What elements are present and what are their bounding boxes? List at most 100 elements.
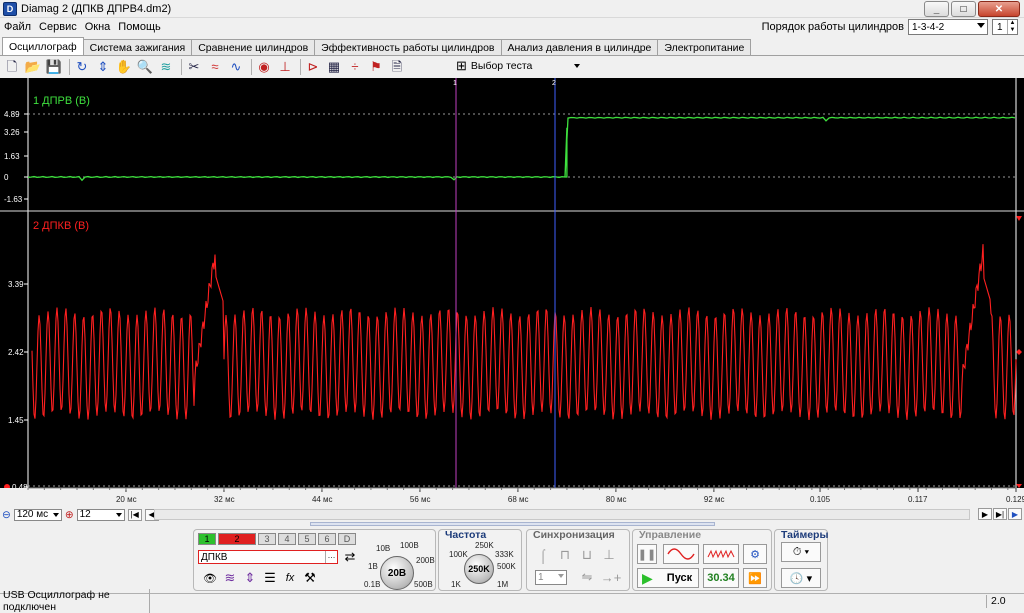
tab-oscilloscope[interactable]: Осциллограф [2, 37, 84, 55]
timer-2-button[interactable]: 🕓 ▾ [781, 568, 821, 588]
waveform-icon[interactable]: ≋ [220, 569, 240, 587]
x-tick-label: 44 мс [312, 495, 333, 504]
function-icon[interactable]: fx [280, 569, 300, 587]
marker-icon[interactable]: ⚑ [367, 58, 385, 76]
channel-6-button[interactable]: 6 [318, 533, 336, 545]
more-button[interactable]: … [325, 551, 337, 563]
test-select[interactable]: ⊞ Выбор теста [456, 57, 586, 75]
ch2-label: 2 ДПКВ (В) [33, 220, 89, 232]
channel-2-button[interactable]: 2 [218, 533, 256, 545]
channel-3-button[interactable]: 3 [258, 533, 276, 545]
time-nav-bar: ⊖ 120 мс ⊕ 12 |◀ ◀ ▶ ▶| ▶ [0, 508, 1024, 521]
channel-5-button[interactable]: 5 [298, 533, 316, 545]
wave-compare-icon[interactable]: ≈ [206, 58, 224, 76]
ch1-tick-label: 1.63 [4, 152, 20, 161]
step-forward-button[interactable]: ▶ [978, 508, 992, 520]
auto-icon[interactable]: ◉ [255, 58, 273, 76]
filter-icon[interactable]: ≋ [157, 58, 175, 76]
version-text: 2.0 [986, 595, 1024, 608]
x-tick-label: 92 мс [704, 495, 725, 504]
go-start-button[interactable]: |◀ [127, 508, 142, 521]
channel-4-button[interactable]: 4 [278, 533, 296, 545]
menu-service[interactable]: Сервис [35, 21, 81, 33]
tools-icon[interactable]: ⚒ [300, 569, 320, 587]
rising-edge-icon[interactable]: ⌠ [533, 546, 553, 564]
oscillograph-canvas[interactable]: 4.893.261.630-1.633.392.421.450.48 1 2 1… [0, 78, 1024, 508]
cursor-2-label: 2 [552, 80, 556, 87]
scissors-icon[interactable]: ✂ [185, 58, 203, 76]
window-title: Diamag 2 (ДПКВ ДПРВ4.dm2) [21, 2, 172, 15]
channel-group: 1 2 3 4 5 6 D ДПКВ … ⇄ 👁 ≋ ⇕ ☰ fx ⚒ 20В … [193, 529, 436, 591]
maximize-button[interactable]: □ [951, 1, 976, 17]
close-button[interactable]: ✕ [978, 1, 1020, 17]
stopwatch-icon: ⏱ ▾ [792, 545, 810, 558]
auto-start-button[interactable]: ⏩ [743, 568, 767, 588]
frequency-knob[interactable]: 250K [464, 554, 494, 584]
sine-wave-button[interactable] [663, 544, 699, 564]
minimize-button[interactable]: _ [924, 1, 949, 17]
vertical-arrows-icon[interactable]: ⇕ [240, 569, 260, 587]
open-folder-icon[interactable]: 📂 [24, 58, 42, 76]
horizontal-scrollbar[interactable] [154, 509, 970, 520]
tab-ignition[interactable]: Система зажигания [82, 39, 193, 55]
tab-cylinder-compare[interactable]: Сравнение цилиндров [191, 39, 316, 55]
zoom-icon[interactable]: 🔍 [136, 58, 154, 76]
sine-wave-icon [667, 548, 695, 560]
cylinder-spin[interactable]: 1 ▲ ▼ [992, 19, 1018, 35]
noise-wave-icon [707, 549, 735, 559]
zoom-select[interactable]: 12 [76, 508, 125, 521]
hand-pan-icon[interactable]: ✋ [115, 58, 133, 76]
split-icon[interactable]: ÷ [346, 58, 364, 76]
save-icon[interactable]: 💾 [45, 58, 63, 76]
pause-button[interactable]: ❚❚ [637, 544, 657, 564]
panel-splitter[interactable] [310, 522, 715, 526]
channel-name-field[interactable]: ДПКВ … [198, 550, 338, 564]
x-tick-label: 0.105 [810, 495, 831, 504]
timebase-select[interactable]: 120 мс [13, 508, 62, 521]
step-up-icon[interactable]: ⊓ [555, 546, 575, 564]
status-text: USB Осциллограф не подключен [0, 589, 150, 613]
cylinder-order-label: Порядок работы цилиндров [761, 21, 904, 33]
wave-overlay-icon[interactable]: ∿ [227, 58, 245, 76]
start-button[interactable]: ▶ Пуск [637, 568, 699, 588]
grid-icon[interactable]: ▦ [325, 58, 343, 76]
x-tick-label: 32 мс [214, 495, 235, 504]
channel-1-button[interactable]: 1 [198, 533, 216, 545]
noise-wave-button[interactable] [703, 544, 739, 564]
go-end-button[interactable]: ▶| [993, 508, 1007, 520]
tab-cylinder-efficiency[interactable]: Эффективность работы цилиндров [314, 39, 502, 55]
ch2-tick-label: 2.42 [8, 348, 24, 357]
sync-arrows-icon[interactable]: ⇋ [577, 568, 597, 586]
cylinder-order-select[interactable]: 1-3-4-2 [908, 19, 988, 35]
sync-title: Синхронизация [533, 529, 615, 541]
sync-channel-select[interactable]: 1 [535, 570, 567, 585]
zoom-plus-icon: ⊕ [64, 508, 74, 521]
eye-icon[interactable]: 👁 [200, 569, 220, 587]
spin-arrows-icon[interactable]: ▲ ▼ [1007, 20, 1017, 34]
tab-power-supply[interactable]: Электропитание [657, 39, 752, 55]
refresh-icon[interactable]: ↻ [73, 58, 91, 76]
timebase-icon: ⊖ [2, 508, 11, 521]
timer-1-button[interactable]: ⏱ ▾ [781, 542, 821, 562]
play-button[interactable]: ▶ [1008, 508, 1022, 520]
sync-move-icon[interactable]: →+ [601, 568, 622, 586]
tab-pressure-analysis[interactable]: Анализ давления в цилиндре [500, 39, 659, 55]
vertical-scale-icon[interactable]: ⇕ [94, 58, 112, 76]
new-file-icon[interactable]: 🗋 [3, 58, 21, 76]
auto-mode-button[interactable]: ⚙ [743, 544, 767, 564]
ch1-label: 1 ДПРВ (В) [33, 95, 90, 107]
cursor-icon[interactable]: ⊳ [304, 58, 322, 76]
channel-swap-icon[interactable]: ⇄ [340, 548, 360, 566]
status-bar: USB Осциллограф не подключен 2.0 [0, 589, 1024, 613]
menu-windows[interactable]: Окна [81, 21, 115, 33]
channel-d-button[interactable]: D [338, 533, 356, 545]
lines-icon[interactable]: ☰ [260, 569, 280, 587]
menu-file[interactable]: Файл [0, 21, 35, 33]
oscillograph[interactable]: 4.89 3.26 1.63 0 -1.63 3.39 2.42 1.45 0.48 1 2 1… [0, 78, 1024, 508]
menu-help[interactable]: Помощь [114, 21, 165, 33]
zero-icon[interactable]: ⊥ [276, 58, 294, 76]
notes-icon[interactable]: 🗎 [388, 58, 406, 76]
pulse-icon[interactable]: ⊥ [599, 546, 619, 564]
volts-knob[interactable]: 20В [380, 556, 414, 590]
step-down-icon[interactable]: ⊔ [577, 546, 597, 564]
